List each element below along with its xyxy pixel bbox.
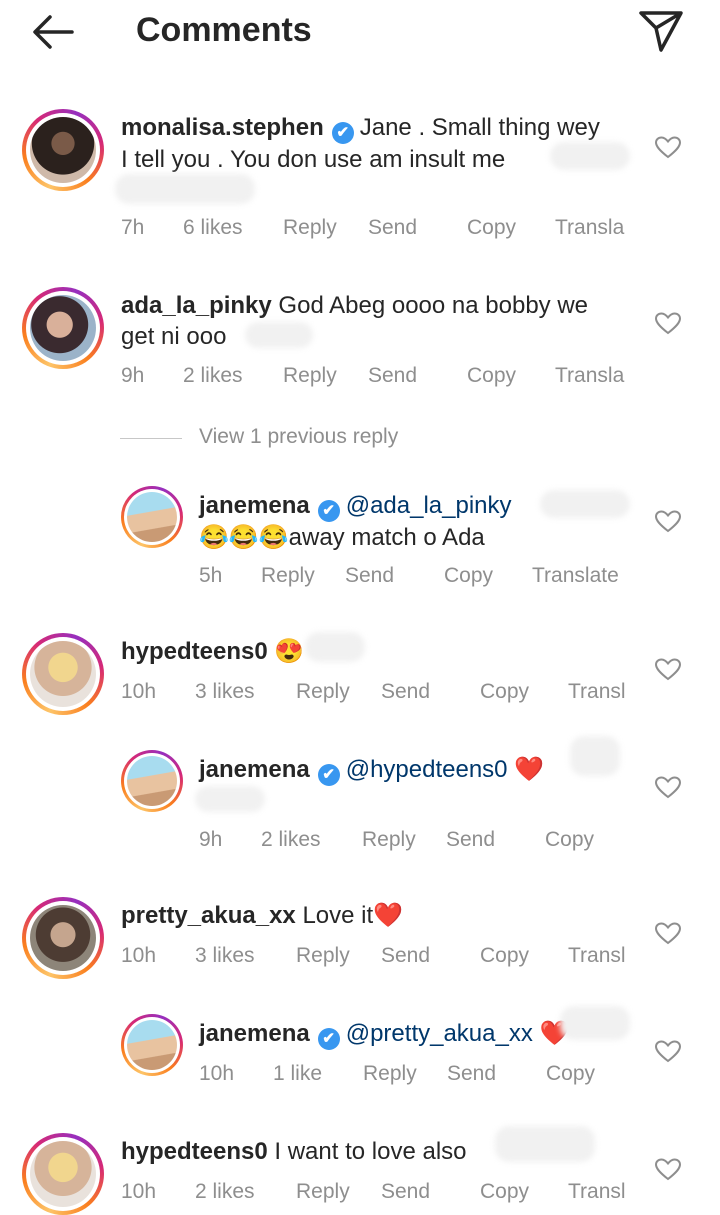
- paper-plane-icon[interactable]: [636, 8, 686, 54]
- translate-button[interactable]: Transl: [568, 1180, 626, 1204]
- timestamp: 10h: [121, 1180, 157, 1203]
- avatar[interactable]: [22, 109, 104, 191]
- timestamp: 9h: [199, 828, 223, 851]
- send-button[interactable]: Send: [446, 828, 495, 852]
- reply-button[interactable]: Reply: [296, 944, 350, 968]
- reply-button[interactable]: Reply: [283, 364, 337, 388]
- comment-body: I tell you . You don use am insult me: [121, 146, 506, 173]
- likes-count[interactable]: 3 likes: [195, 680, 255, 704]
- username[interactable]: janemena: [199, 756, 310, 783]
- avatar[interactable]: [121, 486, 183, 548]
- timestamp: 10h: [199, 1062, 235, 1085]
- heart-icon[interactable]: [654, 1040, 682, 1064]
- likes-count[interactable]: 2 likes: [183, 364, 243, 388]
- reply-button[interactable]: Reply: [296, 1180, 350, 1204]
- mention-link[interactable]: @ada_la_pinky: [346, 492, 512, 519]
- verified-badge-icon: ✔: [317, 500, 340, 522]
- reply-button[interactable]: Reply: [283, 216, 337, 240]
- copy-button[interactable]: Copy: [444, 564, 493, 588]
- heart-icon[interactable]: [654, 922, 682, 946]
- verified-badge-icon: ✔: [317, 764, 340, 786]
- timestamp: 5h: [199, 564, 223, 587]
- reply-button[interactable]: Reply: [296, 680, 350, 704]
- verified-badge-icon: ✔: [317, 1028, 340, 1050]
- likes-count[interactable]: 6 likes: [183, 216, 243, 240]
- copy-button[interactable]: Copy: [467, 216, 516, 240]
- mention-link[interactable]: @pretty_akua_xx: [346, 1020, 533, 1047]
- copy-button[interactable]: Copy: [480, 1180, 529, 1204]
- view-previous-reply-button[interactable]: View 1 previous reply: [199, 425, 398, 449]
- translate-button[interactable]: Translate: [532, 564, 619, 588]
- comment-body: I want to love also: [274, 1138, 467, 1165]
- send-button[interactable]: Send: [381, 944, 430, 968]
- copy-button[interactable]: Copy: [546, 1062, 595, 1086]
- send-button[interactable]: Send: [368, 216, 417, 240]
- comment-text: ada_la_pinky God Abeg oooo na bobby we g…: [121, 290, 641, 352]
- username[interactable]: pretty_akua_xx: [121, 902, 296, 929]
- avatar[interactable]: [121, 1014, 183, 1076]
- avatar[interactable]: [22, 287, 104, 369]
- username[interactable]: janemena: [199, 492, 310, 519]
- copy-button[interactable]: Copy: [545, 828, 594, 852]
- username[interactable]: hypedteens0: [121, 638, 268, 665]
- reply-button[interactable]: Reply: [363, 1062, 417, 1086]
- divider: [120, 438, 182, 439]
- comment-body: ❤️: [514, 756, 545, 783]
- avatar[interactable]: [22, 897, 104, 979]
- likes-count[interactable]: 1 like: [273, 1062, 322, 1086]
- reply-button[interactable]: Reply: [362, 828, 416, 852]
- verified-badge-icon: ✔: [331, 122, 354, 144]
- heart-icon[interactable]: [654, 658, 682, 682]
- likes-count[interactable]: 3 likes: [195, 944, 255, 968]
- timestamp: 10h: [121, 944, 157, 967]
- avatar[interactable]: [121, 750, 183, 812]
- send-button[interactable]: Send: [381, 680, 430, 704]
- translate-button[interactable]: Transl: [568, 944, 626, 968]
- copy-button[interactable]: Copy: [467, 364, 516, 388]
- send-button[interactable]: Send: [345, 564, 394, 588]
- likes-count[interactable]: 2 likes: [195, 1180, 255, 1204]
- likes-count[interactable]: 2 likes: [261, 828, 321, 852]
- back-arrow-icon[interactable]: [28, 12, 76, 52]
- heart-icon[interactable]: [654, 312, 682, 336]
- username[interactable]: janemena: [199, 1020, 310, 1047]
- page-title: Comments: [136, 11, 312, 49]
- send-button[interactable]: Send: [381, 1180, 430, 1204]
- send-button[interactable]: Send: [447, 1062, 496, 1086]
- timestamp: 7h: [121, 216, 145, 239]
- comment-body: 😂😂😂away match o Ada: [199, 524, 485, 551]
- comment-body: Jane . Small thing wey: [359, 114, 600, 141]
- timestamp: 9h: [121, 364, 145, 387]
- comment-text: pretty_akua_xx Love it❤️: [121, 900, 641, 931]
- translate-button[interactable]: Transla: [555, 216, 624, 240]
- header: Comments: [0, 0, 720, 64]
- avatar[interactable]: [22, 633, 104, 715]
- heart-icon[interactable]: [654, 1158, 682, 1182]
- avatar[interactable]: [22, 1133, 104, 1215]
- mention-link[interactable]: @hypedteens0: [346, 756, 508, 783]
- copy-button[interactable]: Copy: [480, 944, 529, 968]
- heart-icon[interactable]: [654, 136, 682, 160]
- heart-icon[interactable]: [654, 776, 682, 800]
- comment-text: janemena ✔ @hypedteens0 ❤️: [199, 754, 629, 786]
- timestamp: 10h: [121, 680, 157, 703]
- username[interactable]: ada_la_pinky: [121, 292, 272, 319]
- send-button[interactable]: Send: [368, 364, 417, 388]
- copy-button[interactable]: Copy: [480, 680, 529, 704]
- translate-button[interactable]: Transla: [555, 364, 624, 388]
- comment-body: God Abeg oooo na bobby we: [278, 292, 589, 319]
- translate-button[interactable]: Transl: [568, 680, 626, 704]
- comment-body: 😍: [274, 638, 305, 665]
- username[interactable]: monalisa.stephen: [121, 114, 324, 141]
- reply-button[interactable]: Reply: [261, 564, 315, 588]
- comment-body: get ni ooo: [121, 323, 227, 350]
- comment-body: Love it❤️: [302, 902, 404, 929]
- heart-icon[interactable]: [654, 510, 682, 534]
- comment-text: hypedteens0 😍: [121, 636, 641, 667]
- username[interactable]: hypedteens0: [121, 1138, 268, 1165]
